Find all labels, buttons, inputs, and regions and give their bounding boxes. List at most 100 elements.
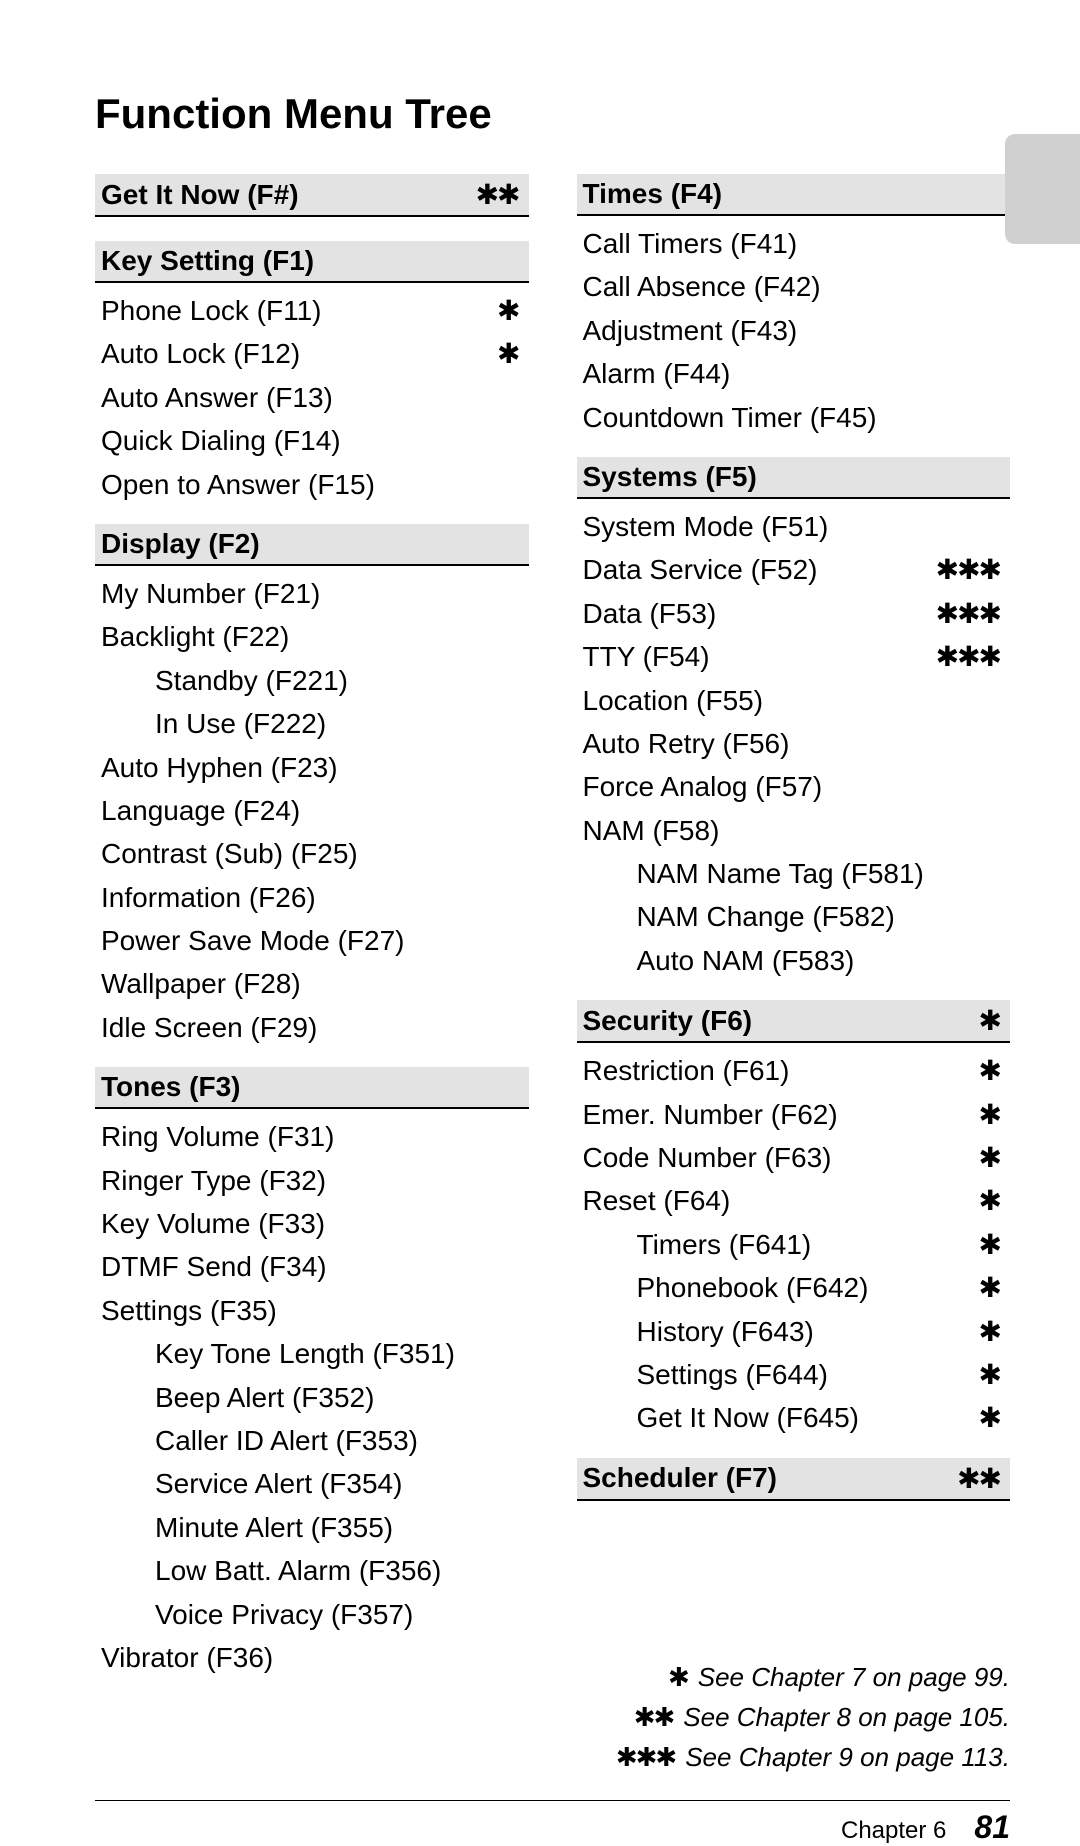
menu-item-label: Open to Answer (F15) [101, 463, 375, 506]
menu-item-label: Wallpaper (F28) [101, 962, 301, 1005]
menu-item-label: Get It Now (F645) [583, 1396, 860, 1439]
menu-item-label: DTMF Send (F34) [101, 1245, 327, 1288]
menu-item-label: NAM Name Tag (F581) [583, 852, 924, 895]
menu-item: System Mode (F51) [583, 505, 1007, 548]
star-icon: ✱✱ [476, 178, 519, 211]
menu-item-label: Key Volume (F33) [101, 1202, 325, 1245]
footnote: ✱✱See Chapter 8 on page 105. [577, 1697, 1011, 1737]
menu-item: Settings (F35) [101, 1289, 525, 1332]
section-items: My Number (F21)Backlight (F22)Standby (F… [95, 566, 529, 1049]
menu-item-label: TTY (F54) [583, 635, 710, 678]
section-items: Call Timers (F41)Call Absence (F42)Adjus… [577, 216, 1011, 439]
star-icon: ✱✱ [957, 1462, 1000, 1495]
menu-item-label: Voice Privacy (F357) [101, 1593, 413, 1636]
section-head: Key Setting (F1) [95, 241, 529, 283]
menu-item-label: In Use (F222) [101, 702, 326, 745]
menu-item: Key Volume (F33) [101, 1202, 525, 1245]
menu-item-label: Standby (F221) [101, 659, 348, 702]
menu-item-label: History (F643) [583, 1310, 814, 1353]
menu-item: Auto Hyphen (F23) [101, 746, 525, 789]
menu-item: Ringer Type (F32) [101, 1159, 525, 1202]
star-icon: ✱✱ [634, 1697, 674, 1737]
menu-item: Restriction (F61) ✱ [583, 1049, 1007, 1092]
menu-item: Timers (F641) ✱ [583, 1223, 1007, 1266]
menu-item: Code Number (F63)✱ [583, 1136, 1007, 1179]
menu-item: Quick Dialing (F14) [101, 419, 525, 462]
footnote: ✱See Chapter 7 on page 99. [577, 1657, 1011, 1697]
menu-item: Alarm (F44) [583, 352, 1007, 395]
menu-item: Information (F26) [101, 876, 525, 919]
menu-item-label: Auto NAM (F583) [583, 939, 855, 982]
menu-item: Data Service (F52)✱✱✱ [583, 548, 1007, 591]
section-head-label: Key Setting (F1) [101, 245, 314, 277]
footnote-text: See Chapter 8 on page 105. [683, 1697, 1010, 1737]
menu-item-label: Backlight (F22) [101, 615, 289, 658]
section-head: Tones (F3) [95, 1067, 529, 1109]
menu-item: Auto Retry (F56) [583, 722, 1007, 765]
menu-item-label: Call Absence (F42) [583, 265, 821, 308]
manual-page: Function Menu Tree Get It Now (F#)✱✱Key … [0, 0, 1080, 1800]
menu-item-label: Auto Hyphen (F23) [101, 746, 338, 789]
star-icon: ✱ [979, 1179, 1006, 1222]
menu-item-label: Timers (F641) [583, 1223, 812, 1266]
section-head: Times (F4) [577, 174, 1011, 216]
menu-item-label: Minute Alert (F355) [101, 1506, 393, 1549]
star-icon: ✱ [979, 1093, 1006, 1136]
page-footer: Chapter 6 81 [95, 1809, 1010, 1846]
star-icon: ✱ [979, 1223, 1006, 1266]
menu-item-label: System Mode (F51) [583, 505, 829, 548]
column-right: Times (F4) Call Timers (F41)Call Absence … [577, 174, 1011, 1778]
menu-item: Key Tone Length (F351) [101, 1332, 525, 1375]
menu-item-label: Ringer Type (F32) [101, 1159, 326, 1202]
section-head: Get It Now (F#) ✱✱ [95, 174, 529, 217]
star-icon: ✱ [497, 332, 524, 375]
menu-item: Backlight (F22) [101, 615, 525, 658]
menu-item-label: Idle Screen (F29) [101, 1006, 317, 1049]
section-head: Systems (F5) [577, 457, 1011, 499]
menu-item: Auto NAM (F583) [583, 939, 1007, 982]
section-items: System Mode (F51)Data Service (F52)✱✱✱Da… [577, 499, 1011, 982]
menu-item-label: Auto Lock (F12) [101, 332, 300, 375]
menu-item-label: NAM Change (F582) [583, 895, 895, 938]
section-head: Display (F2) [95, 524, 529, 566]
menu-item: Wallpaper (F28) [101, 962, 525, 1005]
menu-item-label: Location (F55) [583, 679, 764, 722]
menu-item: Call Absence (F42) [583, 265, 1007, 308]
menu-item-label: Restriction (F61) [583, 1049, 790, 1092]
menu-item: Data (F53)✱✱✱ [583, 592, 1007, 635]
section-head-label: Times (F4) [583, 178, 723, 210]
star-icon: ✱✱✱ [936, 592, 1006, 635]
menu-item-label: Contrast (Sub) (F25) [101, 832, 358, 875]
menu-item-label: NAM (F58) [583, 809, 720, 852]
menu-item-label: Emer. Number (F62) [583, 1093, 838, 1136]
menu-item: Standby (F221) [101, 659, 525, 702]
menu-item: Low Batt. Alarm (F356) [101, 1549, 525, 1592]
menu-item-label: Power Save Mode (F27) [101, 919, 404, 962]
menu-item-label: Caller ID Alert (F353) [101, 1419, 418, 1462]
menu-item-label: Quick Dialing (F14) [101, 419, 341, 462]
section-items: Restriction (F61)✱Emer. Number (F62)✱Cod… [577, 1043, 1011, 1440]
menu-item: Location (F55) [583, 679, 1007, 722]
footer-page-number: 81 [974, 1809, 1010, 1846]
star-icon: ✱✱✱ [616, 1737, 675, 1777]
star-icon: ✱ [979, 1310, 1006, 1353]
menu-item: NAM Name Tag (F581) [583, 852, 1007, 895]
section-head-label: Security (F6) [583, 1005, 753, 1037]
menu-item-label: Service Alert (F354) [101, 1462, 402, 1505]
menu-item-label: Settings (F35) [101, 1289, 277, 1332]
section-head-label: Get It Now (F#) [101, 179, 299, 211]
menu-item: Auto Answer (F13) [101, 376, 525, 419]
menu-item: Open to Answer (F15) [101, 463, 525, 506]
footnote-text: See Chapter 9 on page 113. [685, 1737, 1010, 1777]
star-icon: ✱ [979, 1049, 1006, 1092]
menu-item: Voice Privacy (F357) [101, 1593, 525, 1636]
menu-item-label: Phonebook (F642) [583, 1266, 869, 1309]
section-head-label: Systems (F5) [583, 461, 757, 493]
footnotes: ✱See Chapter 7 on page 99.✱✱See Chapter … [577, 1657, 1011, 1778]
menu-item: Service Alert (F354) [101, 1462, 525, 1505]
footer-chapter: Chapter 6 [841, 1817, 946, 1845]
menu-item-label: Countdown Timer (F45) [583, 396, 877, 439]
menu-item-label: Vibrator (F36) [101, 1636, 273, 1679]
menu-item: Power Save Mode (F27) [101, 919, 525, 962]
menu-item-label: Call Timers (F41) [583, 222, 798, 265]
